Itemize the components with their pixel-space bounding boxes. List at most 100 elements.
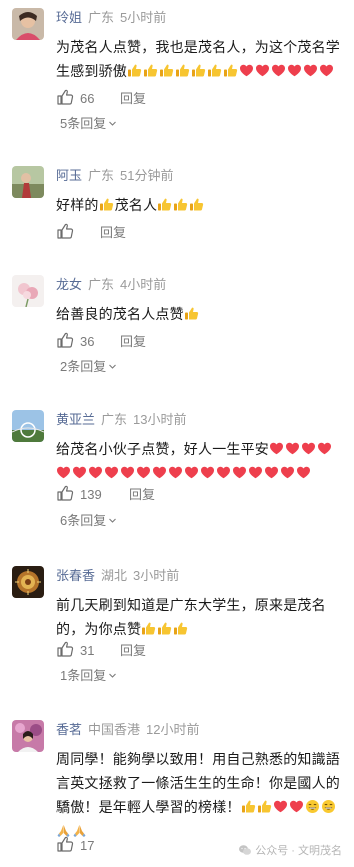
heart-emoji-icon bbox=[301, 441, 316, 456]
comment-text: 给茂名小伙子点赞，好人一生平安 bbox=[56, 441, 269, 457]
comment-time: 13小时前 bbox=[133, 412, 187, 427]
heart-emoji-icon bbox=[120, 465, 135, 480]
comment-meta: 阿玉 广东 51分钟前 bbox=[56, 166, 174, 186]
thumbs-up-outline-icon[interactable] bbox=[56, 222, 74, 240]
comment-time: 3小时前 bbox=[133, 568, 180, 583]
thumbs-up-emoji-icon bbox=[257, 799, 272, 814]
thumbs-up-emoji-icon bbox=[159, 63, 174, 78]
replies-count: 1条回复 bbox=[60, 668, 107, 683]
commenter-name[interactable]: 龙女 bbox=[56, 277, 82, 292]
comment-actions: 31 回复 bbox=[56, 640, 146, 662]
comment-meta: 香茗 中国香港 12小时前 bbox=[56, 720, 200, 740]
thumbs-up-emoji-icon bbox=[99, 197, 114, 212]
comment-body: 为茂名人点赞，我也是茂名人，为这个茂名学生感到骄傲 bbox=[56, 35, 342, 83]
comment-time: 4小时前 bbox=[120, 277, 167, 292]
heart-emoji-icon bbox=[239, 63, 254, 78]
chevron-down-icon bbox=[108, 119, 117, 128]
comment-text: 茂名人 bbox=[114, 197, 158, 213]
avatar[interactable] bbox=[12, 275, 44, 307]
avatar[interactable] bbox=[12, 166, 44, 198]
heart-emoji-icon bbox=[319, 63, 334, 78]
view-replies-link[interactable]: 5条回复 bbox=[60, 114, 117, 134]
thumbs-up-emoji-icon bbox=[157, 197, 172, 212]
heart-emoji-icon bbox=[248, 465, 263, 480]
heart-emoji-icon bbox=[273, 799, 288, 814]
commenter-name[interactable]: 香茗 bbox=[56, 722, 82, 737]
thumbs-up-emoji-icon bbox=[157, 621, 172, 636]
heart-emoji-icon bbox=[184, 465, 199, 480]
thumbs-up-emoji-icon bbox=[141, 621, 156, 636]
comment-actions: 36 回复 bbox=[56, 331, 146, 353]
like-count: 31 bbox=[80, 643, 95, 658]
commenter-name[interactable]: 张春香 bbox=[56, 568, 95, 583]
heart-emoji-icon bbox=[280, 465, 295, 480]
avatar[interactable] bbox=[12, 8, 44, 40]
comment-emojis bbox=[99, 197, 115, 213]
thumbs-up-emoji-icon bbox=[143, 63, 158, 78]
reply-button[interactable]: 回复 bbox=[120, 88, 146, 110]
thumbs-up-outline-icon[interactable] bbox=[56, 640, 74, 658]
commenter-name[interactable]: 玲姐 bbox=[56, 10, 82, 25]
comment-meta: 黄亚兰 广东 13小时前 bbox=[56, 410, 187, 430]
commenter-name[interactable]: 阿玉 bbox=[56, 168, 82, 183]
reply-button[interactable]: 回复 bbox=[100, 222, 126, 244]
thumbs-up-emoji-icon bbox=[223, 63, 238, 78]
watermark-text: 公众号 · 文明茂名 bbox=[255, 845, 342, 857]
commenter-location: 广东 bbox=[101, 412, 128, 427]
commenter-location: 广东 bbox=[88, 277, 115, 292]
grin-emoji-icon bbox=[305, 799, 320, 814]
comment-body: 给善良的茂名人点赞 bbox=[56, 302, 342, 326]
comment-emojis bbox=[127, 63, 335, 79]
comment-actions: 17 bbox=[56, 835, 94, 857]
reply-button[interactable]: 回复 bbox=[129, 484, 155, 506]
view-replies-link[interactable]: 2条回复 bbox=[60, 357, 117, 377]
view-replies-link[interactable]: 1条回复 bbox=[60, 666, 117, 686]
thumbs-up-emoji-icon bbox=[189, 197, 204, 212]
like-count: 36 bbox=[80, 334, 95, 349]
avatar[interactable] bbox=[12, 566, 44, 598]
comment-emojis bbox=[141, 621, 189, 637]
thumbs-up-emoji-icon bbox=[173, 197, 188, 212]
commenter-name[interactable]: 黄亚兰 bbox=[56, 412, 95, 427]
thumbs-up-emoji-icon bbox=[191, 63, 206, 78]
comment-body: 周同學！能夠學以致用！用自己熟悉的知識語言英文拯救了一條活生生的生命！你是國人的… bbox=[56, 747, 342, 843]
heart-emoji-icon bbox=[285, 441, 300, 456]
wechat-icon bbox=[238, 843, 252, 857]
comment-time: 51分钟前 bbox=[120, 168, 174, 183]
heart-emoji-icon bbox=[296, 465, 311, 480]
reply-button[interactable]: 回复 bbox=[120, 331, 146, 353]
replies-count: 2条回复 bbox=[60, 359, 107, 374]
comment-meta: 玲姐 广东 5小时前 bbox=[56, 8, 166, 28]
thumbs-up-emoji-icon bbox=[173, 621, 188, 636]
replies-count: 5条回复 bbox=[60, 116, 107, 131]
thumbs-up-outline-icon[interactable] bbox=[56, 484, 74, 502]
comment-emojis bbox=[184, 306, 200, 322]
like-count: 139 bbox=[80, 487, 102, 502]
thumbs-up-emoji-icon bbox=[127, 63, 142, 78]
thumbs-up-outline-icon[interactable] bbox=[56, 835, 74, 853]
heart-emoji-icon bbox=[104, 465, 119, 480]
thumbs-up-outline-icon[interactable] bbox=[56, 331, 74, 349]
heart-emoji-icon bbox=[271, 63, 286, 78]
thumbs-up-emoji-icon bbox=[175, 63, 190, 78]
chevron-down-icon bbox=[108, 671, 117, 680]
source-watermark: 公众号 · 文明茂名 bbox=[234, 840, 342, 862]
comment-actions: 139 回复 bbox=[56, 484, 155, 506]
heart-emoji-icon bbox=[317, 441, 332, 456]
replies-count: 6条回复 bbox=[60, 513, 107, 528]
heart-emoji-icon bbox=[168, 465, 183, 480]
heart-emoji-icon bbox=[200, 465, 215, 480]
reply-button[interactable]: 回复 bbox=[120, 640, 146, 662]
thumbs-up-emoji-icon bbox=[241, 799, 256, 814]
heart-emoji-icon bbox=[152, 465, 167, 480]
heart-emoji-icon bbox=[303, 63, 318, 78]
view-replies-link[interactable]: 6条回复 bbox=[60, 511, 117, 531]
avatar[interactable] bbox=[12, 410, 44, 442]
thumbs-up-outline-icon[interactable] bbox=[56, 88, 74, 106]
avatar[interactable] bbox=[12, 720, 44, 752]
comment-text: 前几天刷到知道是广东大学生，原来是茂名的，为你点赞 bbox=[56, 597, 326, 637]
comment-text: 给善良的茂名人点赞 bbox=[56, 306, 184, 322]
comment-text-prefix: 好样的 bbox=[56, 197, 99, 213]
heart-emoji-icon bbox=[269, 441, 284, 456]
heart-emoji-icon bbox=[289, 799, 304, 814]
